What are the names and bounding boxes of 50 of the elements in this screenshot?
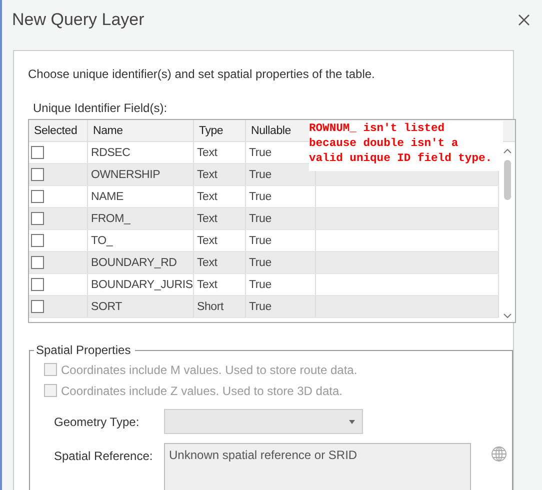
table-cell: Text — [194, 186, 246, 207]
table-cell: FROM_ — [88, 208, 194, 229]
table-cell: Text — [194, 252, 246, 273]
instruction-text: Choose unique identifier(s) and set spatial properties of the table. — [28, 67, 376, 81]
column-header[interactable]: Nullable — [251, 124, 291, 136]
row-checkbox[interactable] — [31, 190, 44, 203]
globe-icon[interactable] — [491, 446, 507, 462]
row-checkbox[interactable] — [31, 278, 44, 291]
group-legend: Spatial Properties — [34, 343, 135, 357]
table-cell: True — [246, 296, 316, 317]
table-cell: Text — [194, 208, 246, 229]
table-cell: BOUNDARY_RD — [88, 252, 194, 273]
spatial-reference-field[interactable]: Unknown spatial reference or SRID — [164, 443, 471, 490]
unique-fields-label: Unique Identifier Field(s): — [33, 101, 168, 115]
table-cell: Text — [194, 142, 246, 163]
option-label: Coordinates include Z values. Used to store 3D data. — [61, 384, 342, 398]
column-header[interactable]: Selected — [34, 124, 78, 136]
scroll-down-icon[interactable] — [502, 313, 512, 319]
column-header[interactable]: Name — [93, 124, 123, 136]
row-checkbox[interactable] — [31, 300, 44, 313]
table-cell: True — [246, 230, 316, 251]
dropdown-caret-icon — [349, 420, 355, 424]
annotation-note: ROWNUM_ isn't listed because double isn't a valid unique ID field type. — [309, 121, 503, 171]
row-checkbox[interactable] — [31, 168, 44, 181]
geometry-type-label: Geometry Type: — [54, 414, 140, 428]
table-cell: Text — [194, 230, 246, 251]
table-cell: TO_ — [88, 230, 194, 251]
table-cell: SORT — [88, 296, 194, 317]
table-cell: RDSEC — [88, 142, 194, 163]
option-label: Coordinates include M values. Used to store route data. — [61, 362, 358, 376]
table-cell: OWNERSHIP — [88, 164, 194, 185]
table-cell: Short — [194, 296, 246, 317]
table-cell: BOUNDARY_JURIS — [88, 274, 194, 295]
row-checkbox[interactable] — [31, 256, 44, 269]
table-cell: True — [246, 274, 316, 295]
table-cell: True — [246, 186, 316, 207]
close-icon[interactable] — [518, 14, 530, 26]
table-cell: NAME — [88, 186, 194, 207]
scroll-thumb[interactable] — [504, 160, 510, 200]
scroll-up-icon[interactable] — [502, 148, 512, 154]
row-checkbox[interactable] — [31, 146, 44, 159]
spatial-reference-label: Spatial Reference: — [54, 448, 154, 463]
column-header[interactable]: Type — [199, 124, 224, 136]
window-title: New Query Layer — [12, 10, 144, 30]
table-cell: Text — [194, 274, 246, 295]
row-checkbox[interactable] — [31, 212, 44, 225]
table-cell: True — [246, 252, 316, 273]
row-checkbox[interactable] — [31, 234, 44, 247]
table-cell: True — [246, 208, 316, 229]
table-cell: Text — [194, 164, 246, 185]
